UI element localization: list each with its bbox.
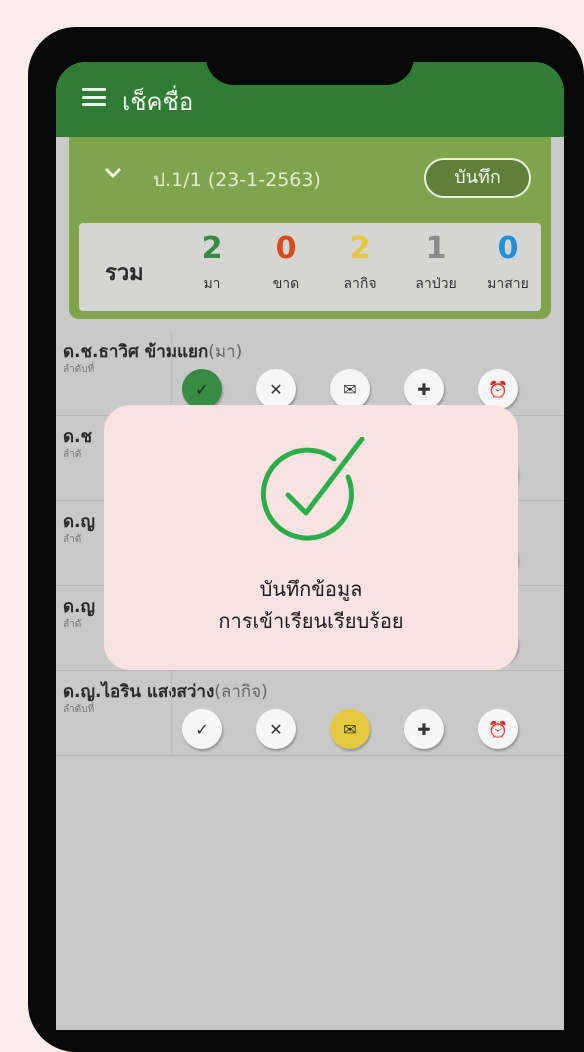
student-name-text: ด.ช.ธาวิศ ข้ามแยก <box>63 342 209 362</box>
save-button[interactable]: บันทึก <box>424 158 531 198</box>
student-name: ด.ญ <box>63 593 95 620</box>
student-name: ด.ญ.ไอริน แสงสว่าง(ลากิจ) <box>63 678 268 705</box>
alarm-clock-icon: ⏰ <box>488 719 508 739</box>
class-date-label[interactable]: ป.1/1 (23-1-2563) <box>153 165 321 195</box>
student-name: ด.ช <box>63 423 92 450</box>
stat-label: ลาป่วย <box>415 276 457 292</box>
close-icon: ✕ <box>269 379 283 399</box>
stat-present: 2 มา <box>177 231 247 295</box>
chevron-down-icon[interactable] <box>103 165 123 181</box>
attendance-summary: รวม 2 มา 0 ขาด 2 ลากิจ 1 ลาป่วย 0 มาสาย <box>79 223 541 311</box>
student-name: ด.ญ <box>63 508 95 535</box>
toast-message-line2: การเข้าเรียนเรียบร้อย <box>218 609 404 633</box>
stat-label: ลากิจ <box>343 276 377 292</box>
row-divider <box>171 331 172 415</box>
close-icon: ✕ <box>269 719 283 739</box>
stat-count: 2 <box>349 231 371 266</box>
mail-icon: ✉ <box>343 719 357 739</box>
student-order-label: ลำดั <box>63 619 82 630</box>
late-button[interactable]: ⏰ <box>478 709 518 749</box>
student-name-text: ด.ญ.ไอริน แสงสว่าง <box>63 682 215 702</box>
stat-late: 0 มาสาย <box>473 231 543 295</box>
absent-button[interactable]: ✕ <box>256 709 296 749</box>
student-status-text: (ลากิจ) <box>214 682 268 702</box>
app-title: เช็คชื่อ <box>122 88 194 116</box>
student-name-text: ด.ญ <box>63 597 95 617</box>
student-name-text: ด.ช <box>63 427 93 447</box>
personal-leave-button[interactable]: ✉ <box>330 369 370 409</box>
hamburger-menu-icon[interactable] <box>82 88 106 106</box>
phone-notch <box>206 27 414 85</box>
alarm-clock-icon: ⏰ <box>488 379 508 399</box>
student-row: ด.ช.ธาวิศ ข้ามแยก(มา) ลำดับที่ ✓ ✕ ✉ ✚ ⏰ <box>56 331 564 416</box>
student-name-text: ด.ญ <box>63 512 95 532</box>
student-row: ด.ญ.ไอริน แสงสว่าง(ลากิจ) ลำดับที่ ✓ ✕ ✉ ✚ ⏰ <box>56 671 564 756</box>
student-order-label: ลำดั <box>63 534 82 545</box>
app-screen: เช็คชื่อ ป.1/1 (23-1-2563) บันทึก รวม 2 … <box>56 62 564 1030</box>
late-button[interactable]: ⏰ <box>478 369 518 409</box>
sick-leave-button[interactable]: ✚ <box>404 709 444 749</box>
present-button[interactable]: ✓ <box>182 709 222 749</box>
sick-leave-button[interactable]: ✚ <box>404 369 444 409</box>
stat-count: 0 <box>275 231 297 266</box>
check-icon: ✓ <box>195 719 209 739</box>
stat-personal-leave: 2 ลากิจ <box>325 231 395 295</box>
mail-icon: ✉ <box>343 379 357 399</box>
stat-sick-leave: 1 ลาป่วย <box>401 231 471 295</box>
summary-total-label: รวม <box>105 261 144 286</box>
medical-plus-icon: ✚ <box>417 379 431 399</box>
student-status-text: (มา) <box>208 342 243 362</box>
present-button[interactable]: ✓ <box>182 369 222 409</box>
check-circle-icon <box>260 437 365 541</box>
stat-count: 2 <box>201 231 223 266</box>
class-card: ป.1/1 (23-1-2563) บันทึก รวม 2 มา 0 ขาด … <box>69 137 551 319</box>
success-dialog: บันทึกข้อมูล การเข้าเรียนเรียบร้อย <box>104 405 518 670</box>
stat-label: ขาด <box>272 276 300 292</box>
stat-label: มา <box>203 276 221 292</box>
student-name: ด.ช.ธาวิศ ข้ามแยก(มา) <box>63 338 242 365</box>
student-order-label: ลำดั <box>63 449 82 460</box>
absent-button[interactable]: ✕ <box>256 369 296 409</box>
toast-message-line1: บันทึกข้อมูล <box>259 577 363 601</box>
student-order-label: ลำดับที่ <box>63 704 95 715</box>
stat-label: มาสาย <box>487 276 529 292</box>
check-icon: ✓ <box>195 379 209 399</box>
stat-count: 1 <box>425 231 447 266</box>
stat-absent: 0 ขาด <box>251 231 321 295</box>
row-divider <box>171 671 172 755</box>
medical-plus-icon: ✚ <box>417 719 431 739</box>
personal-leave-button[interactable]: ✉ <box>330 709 370 749</box>
stat-count: 0 <box>497 231 519 266</box>
student-order-label: ลำดับที่ <box>63 364 95 375</box>
